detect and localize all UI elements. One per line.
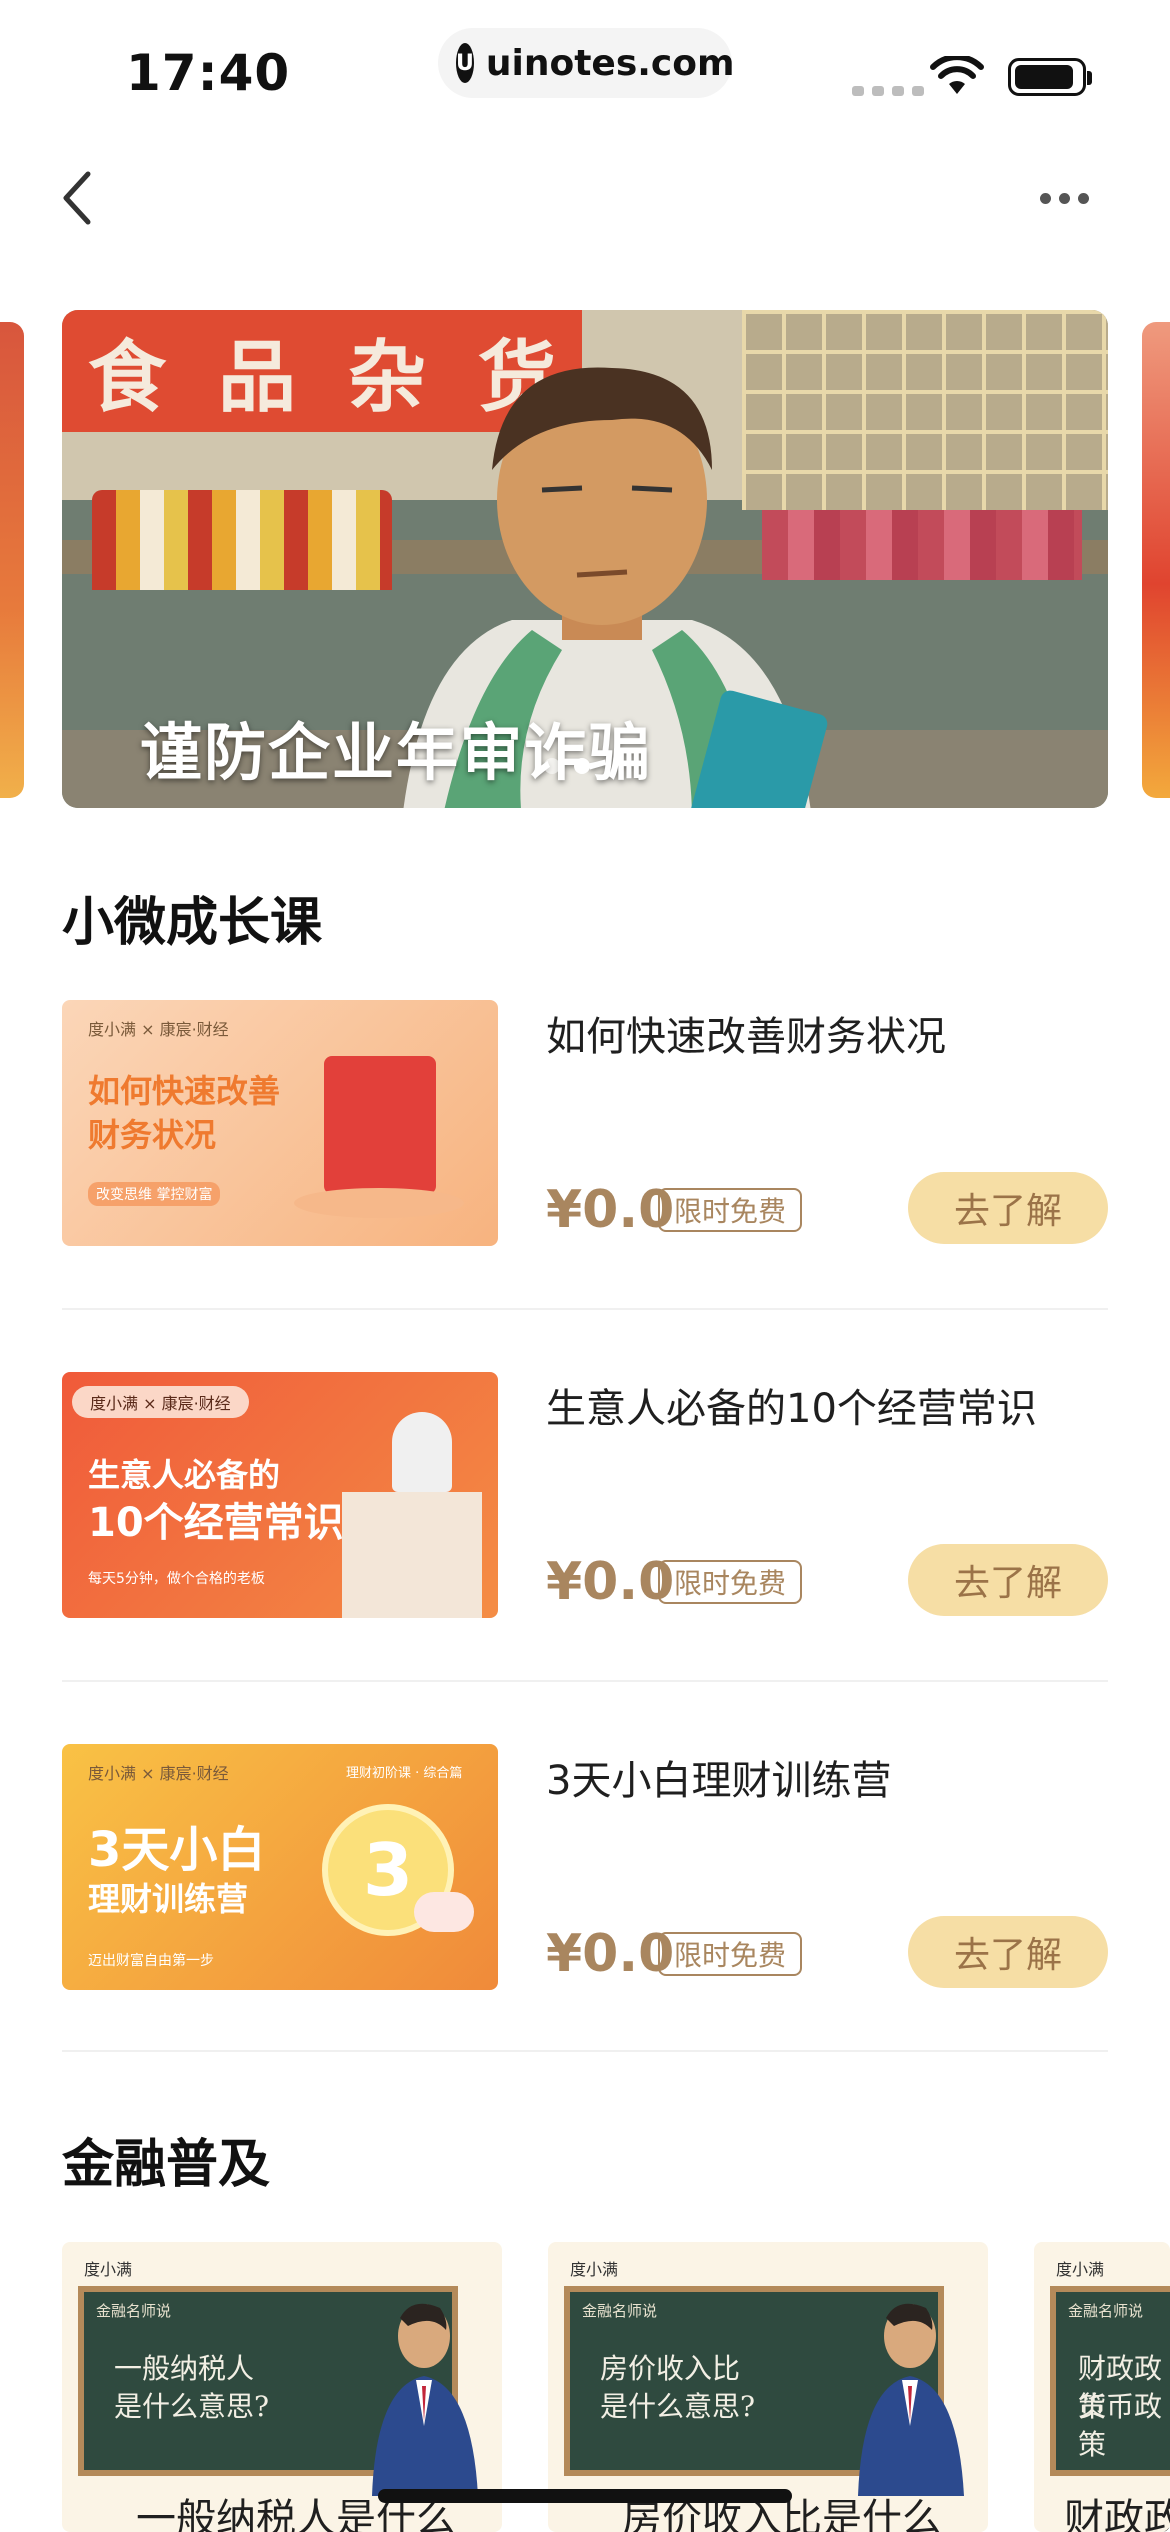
shop-sign-char: 食 — [62, 310, 192, 432]
status-bar: 17:40 U uinotes.com — [0, 0, 1170, 150]
course-price: ¥0.0 — [546, 1924, 675, 1984]
learn-more-button[interactable]: 去了解 — [908, 1544, 1108, 1616]
teacher-figure — [858, 2303, 964, 2496]
course-thumbnail: 度小满 × 康宸·财经 如何快速改善 财务状况 改变思维 掌控财富 — [62, 1000, 498, 1246]
course-price: ¥0.0 — [546, 1180, 675, 1240]
course-name: 如何快速改善财务状况 — [546, 1014, 946, 1060]
free-tag: 限时免费 — [658, 1188, 803, 1232]
carousel-dot[interactable] — [544, 758, 560, 774]
learn-more-button[interactable]: 去了解 — [908, 1916, 1108, 1988]
finance-card-caption: 财政政策 — [1064, 2496, 1170, 2532]
learn-more-button[interactable]: 去了解 — [908, 1172, 1108, 1244]
more-dots-icon[interactable] — [1040, 186, 1100, 210]
free-tag: 限时免费 — [658, 1560, 803, 1604]
divider — [62, 2050, 1108, 2052]
battery-icon — [1008, 58, 1092, 96]
course-name: 3天小白理财训练营 — [546, 1758, 892, 1804]
shop-sign-char: 品 — [192, 310, 322, 432]
piggy-bank-icon — [414, 1892, 474, 1932]
course-card[interactable]: 度小满 × 康宸·财经 理财初阶课 · 综合篇 3天小白 理财训练营 迈出财富自… — [62, 1744, 1108, 1994]
banner-prev-peek[interactable] — [0, 322, 24, 798]
course-thumbnail: 度小满 × 康宸·财经 生意人必备的 10个经营常识 每天5分钟，做个合格的老板 — [62, 1372, 498, 1618]
divider — [62, 1680, 1108, 1682]
cellular-signal-icon — [852, 86, 924, 96]
course-name: 生意人必备的10个经营常识 — [546, 1386, 1037, 1432]
course-price: ¥0.0 — [546, 1552, 675, 1612]
banner-next-peek[interactable] — [1142, 322, 1170, 798]
url-text: uinotes.com — [485, 42, 735, 84]
site-logo-icon: U — [456, 43, 474, 83]
course-card[interactable]: 度小满 × 康宸·财经 生意人必备的 10个经营常识 每天5分钟，做个合格的老板… — [62, 1372, 1108, 1622]
section-title-growth: 小微成长课 — [62, 893, 323, 953]
chevron-left-icon[interactable] — [58, 168, 98, 228]
free-tag: 限时免费 — [658, 1932, 803, 1976]
shop-counter — [342, 1492, 482, 1618]
home-indicator[interactable] — [378, 2489, 792, 2503]
wifi-icon — [930, 56, 984, 94]
finance-card-peek[interactable]: 度小满 金融名师说 财政政策 货币政策 财政政策 — [1034, 2242, 1170, 2532]
red-envelope-icon — [324, 1056, 436, 1194]
url-pill[interactable]: U uinotes.com — [438, 28, 735, 98]
course-thumbnail: 度小满 × 康宸·财经 理财初阶课 · 综合篇 3天小白 理财训练营 迈出财富自… — [62, 1744, 498, 1990]
section-title-finance: 金融普及 — [62, 2135, 271, 2195]
teacher-figure — [372, 2303, 478, 2496]
status-time: 17:40 — [126, 44, 291, 102]
shopkeeper-figure — [392, 1412, 452, 1492]
carousel-dots — [544, 758, 590, 774]
banner-carousel[interactable]: 食 品 杂 货 谨防企业年审诈骗 — [62, 310, 1108, 808]
divider — [62, 1308, 1108, 1310]
banner-title: 谨防企业年审诈骗 — [140, 716, 653, 789]
course-card[interactable]: 度小满 × 康宸·财经 如何快速改善 财务状况 改变思维 掌控财富 如何快速改善… — [62, 1000, 1108, 1250]
carousel-dot-active[interactable] — [574, 758, 590, 774]
